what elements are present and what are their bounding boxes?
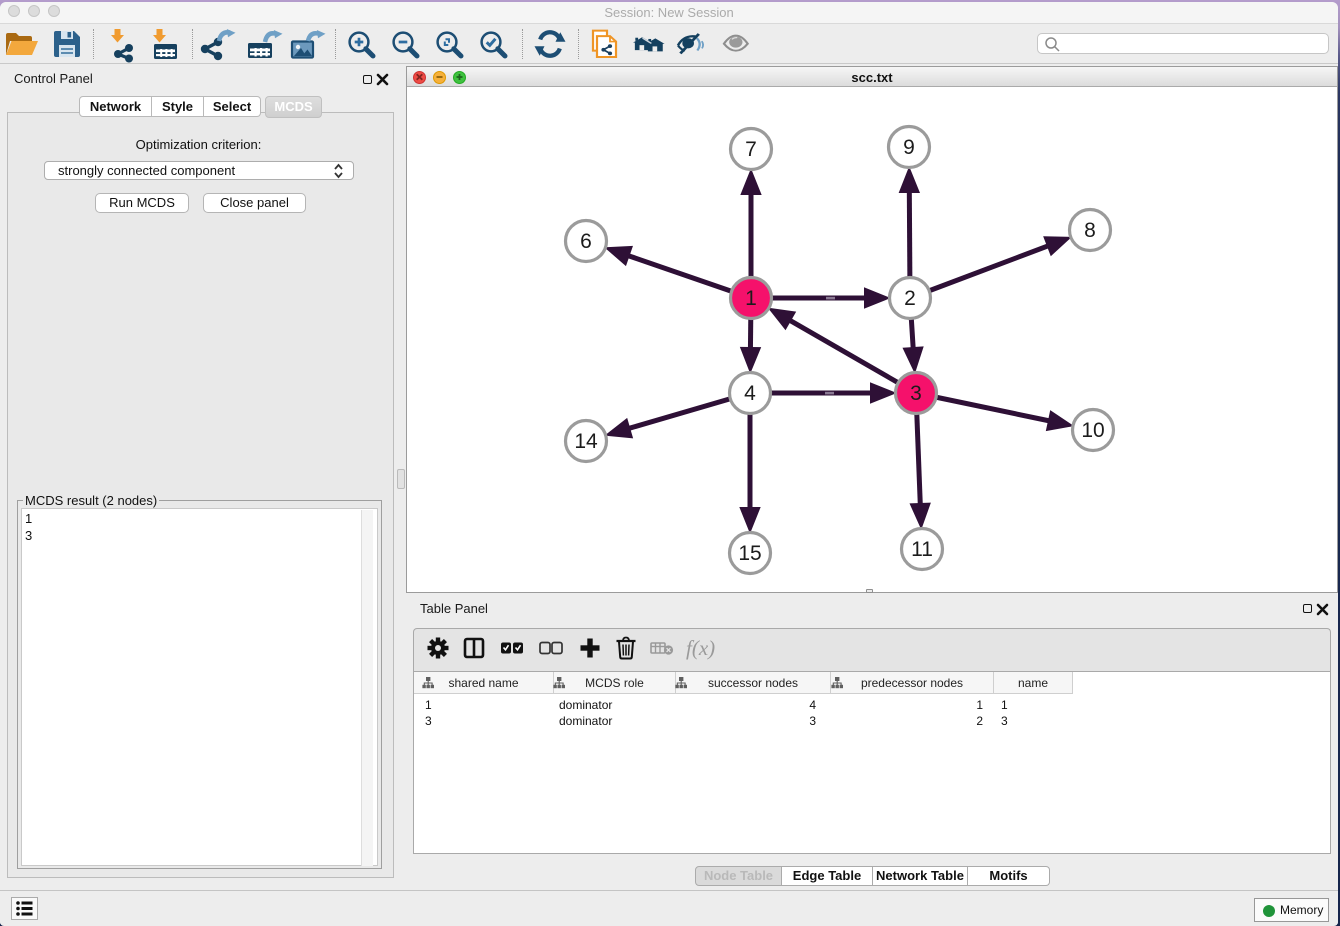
svg-text:11: 11 bbox=[911, 538, 933, 561]
svg-text:4: 4 bbox=[744, 382, 756, 405]
svg-text:1: 1 bbox=[745, 287, 757, 310]
svg-text:7: 7 bbox=[745, 138, 757, 161]
svg-text:6: 6 bbox=[580, 230, 592, 253]
svg-text:2: 2 bbox=[904, 287, 916, 310]
svg-text:15: 15 bbox=[738, 542, 761, 565]
svg-text:14: 14 bbox=[574, 430, 598, 453]
svg-text:8: 8 bbox=[1084, 219, 1096, 242]
svg-text:f(x): f(x) bbox=[686, 636, 715, 660]
svg-text:9: 9 bbox=[903, 136, 915, 159]
svg-text:10: 10 bbox=[1081, 419, 1104, 442]
svg-text:3: 3 bbox=[910, 382, 922, 405]
